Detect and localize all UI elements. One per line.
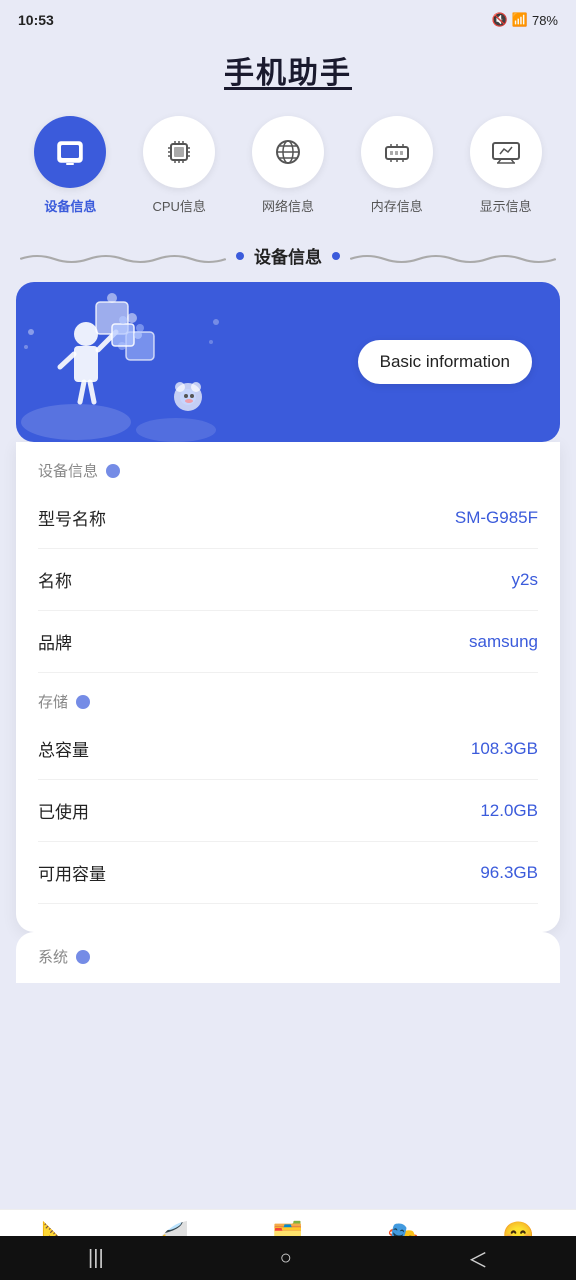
section-title: 设备信息	[254, 243, 322, 268]
back-btn[interactable]: ＜	[468, 1244, 488, 1273]
avail-storage-value: 96.3GB	[480, 863, 538, 883]
app-title: 手机助手	[0, 36, 576, 98]
section-dot-left	[236, 252, 244, 260]
model-row: 型号名称 SM-G985F	[38, 487, 538, 549]
battery-icon: 78%	[532, 13, 558, 28]
name-value: y2s	[512, 570, 538, 590]
partial-section-text: 系统	[38, 946, 68, 967]
avail-storage-label: 可用容量	[38, 860, 106, 885]
network-icon	[270, 134, 306, 170]
status-time: 10:53	[18, 12, 54, 28]
recents-btn[interactable]: |||	[88, 1247, 104, 1270]
nav-item-display[interactable]: 显示信息	[470, 116, 542, 215]
system-nav: ||| ○ ＜	[0, 1236, 576, 1280]
memory-icon	[379, 134, 415, 170]
nav-label-memory: 内存信息	[371, 196, 423, 215]
nav-label-network: 网络信息	[262, 196, 314, 215]
wavy-left	[20, 252, 226, 260]
home-btn[interactable]: ○	[280, 1247, 292, 1270]
brand-row: 品牌 samsung	[38, 611, 538, 673]
total-storage-row: 总容量 108.3GB	[38, 718, 538, 780]
storage-section-dot	[76, 695, 90, 709]
nav-item-cpu[interactable]: CPU信息	[143, 116, 215, 215]
total-storage-label: 总容量	[38, 736, 89, 761]
device-info-label: 设备信息	[38, 460, 538, 481]
storage-section-text: 存储	[38, 691, 68, 712]
partial-section-card: 系统	[16, 932, 560, 983]
cpu-icon-circle	[143, 116, 215, 188]
name-label: 名称	[38, 567, 72, 592]
content-scroll: 设备信息	[0, 215, 576, 1280]
basic-info-button[interactable]: Basic information	[358, 340, 532, 384]
nav-item-network[interactable]: 网络信息	[252, 116, 324, 215]
section-dot-right	[332, 252, 340, 260]
storage-label: 存储	[38, 691, 538, 712]
cpu-icon	[161, 134, 197, 170]
device-section-dot	[106, 464, 120, 478]
used-storage-label: 已使用	[38, 798, 89, 823]
brand-label: 品牌	[38, 629, 72, 654]
display-icon	[488, 134, 524, 170]
partial-label: 系统	[38, 946, 538, 967]
info-card: 设备信息 型号名称 SM-G985F 名称 y2s 品牌 samsung 存储 …	[16, 442, 560, 932]
used-storage-row: 已使用 12.0GB	[38, 780, 538, 842]
status-icons: 🔇 📶 78%	[492, 12, 558, 28]
display-icon-circle	[470, 116, 542, 188]
model-label: 型号名称	[38, 505, 106, 530]
banner-card: Basic information	[16, 282, 560, 442]
status-bar: 10:53 🔇 📶 78%	[0, 0, 576, 36]
model-value: SM-G985F	[455, 508, 538, 528]
avail-storage-row: 可用容量 96.3GB	[38, 842, 538, 904]
nav-row: 设备信息 CPU信息	[0, 98, 576, 215]
nav-label-display: 显示信息	[480, 196, 532, 215]
banner-illustration	[16, 282, 256, 442]
name-row: 名称 y2s	[38, 549, 538, 611]
nav-item-device[interactable]: 设备信息	[34, 116, 106, 215]
partial-section-dot	[76, 950, 90, 964]
network-icon-circle	[252, 116, 324, 188]
device-section-text: 设备信息	[38, 460, 98, 481]
device-icon-circle	[34, 116, 106, 188]
mute-icon: 🔇	[492, 12, 508, 28]
nav-item-memory[interactable]: 内存信息	[361, 116, 433, 215]
brand-value: samsung	[469, 632, 538, 652]
used-storage-value: 12.0GB	[480, 801, 538, 821]
device-icon	[52, 134, 88, 170]
memory-icon-circle	[361, 116, 433, 188]
nav-label-device: 设备信息	[44, 196, 96, 215]
section-header: 设备信息	[0, 243, 576, 268]
wifi-icon: 📶	[512, 12, 528, 28]
total-storage-value: 108.3GB	[471, 739, 538, 759]
nav-label-cpu: CPU信息	[152, 196, 205, 215]
wavy-right	[350, 252, 556, 260]
